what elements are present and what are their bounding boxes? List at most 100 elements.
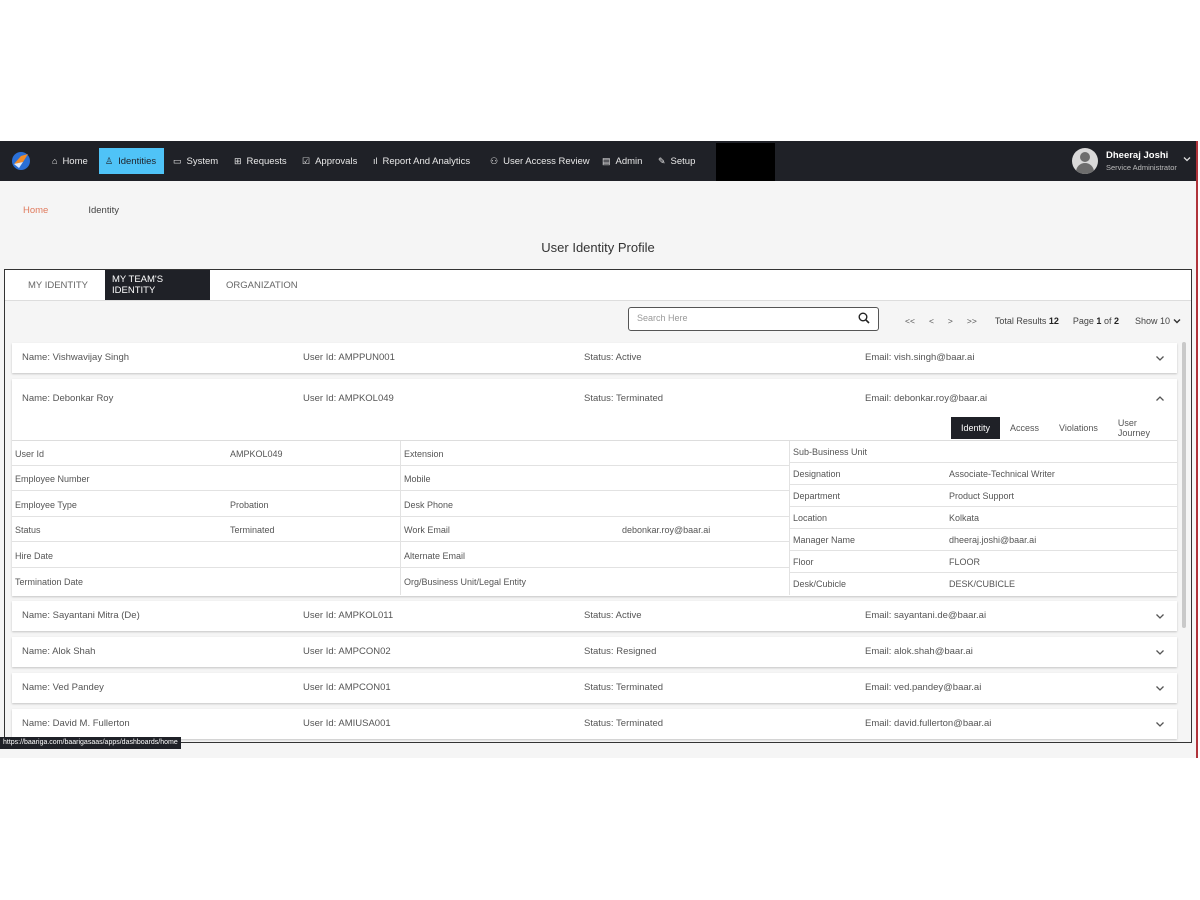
detail-key: Alternate Email <box>404 551 466 561</box>
nav-approvals[interactable]: ☑ Approvals <box>296 148 363 174</box>
row-name: Name: Sayantani Mitra (De) <box>22 610 140 621</box>
breadcrumb: Home Identity <box>23 205 119 216</box>
detail-value: FLOOR <box>949 557 981 567</box>
detail-key: Work Email <box>404 525 450 535</box>
app-logo-icon[interactable] <box>10 150 32 172</box>
detail-row: Status Terminated <box>12 517 400 542</box>
detail-key: Status <box>15 525 41 535</box>
show-select[interactable]: Show 10 <box>1135 316 1170 326</box>
detail-key: Extension <box>404 449 444 459</box>
nav-system[interactable]: ▭ System <box>167 148 224 174</box>
row-status: Status: Active <box>584 352 642 363</box>
subtab-access[interactable]: Access <box>1000 417 1049 439</box>
tab-my-teams-identity[interactable]: MY TEAM'S IDENTITY <box>105 270 210 300</box>
detail-value: DESK/CUBICLE <box>949 579 1016 589</box>
row-user-id: User Id: AMPCON01 <box>303 682 391 693</box>
next-page-button[interactable]: > <box>948 316 953 326</box>
nav-home[interactable]: ⌂ Home <box>46 148 94 174</box>
search-input[interactable] <box>637 313 837 323</box>
last-page-button[interactable]: >> <box>967 316 977 326</box>
chevron-down-icon[interactable] <box>1154 718 1166 730</box>
detail-row: Alternate Email <box>401 543 789 568</box>
detail-key: Org/Business Unit/Legal Entity <box>404 577 527 587</box>
detail-row: Sub-Business Unit <box>790 441 1177 463</box>
detail-value: debonkar.roy@baar.ai <box>622 525 711 535</box>
detail-row: Employee Type Probation <box>12 492 400 517</box>
user-name: Dheeraj Joshi <box>1106 150 1169 161</box>
detail-row: Hire Date <box>12 543 400 568</box>
row-user-id: User Id: AMPPUN001 <box>303 352 395 363</box>
detail-row: Designation Associate-Technical Writer <box>790 463 1177 485</box>
row-status: Status: Active <box>584 610 642 621</box>
user-review-icon: ⚇ <box>490 155 499 166</box>
breadcrumb-current: Identity <box>88 205 119 216</box>
detail-value: AMPKOL049 <box>230 449 283 459</box>
chevron-down-icon[interactable] <box>1154 682 1166 694</box>
tab-my-identity[interactable]: MY IDENTITY <box>20 270 96 300</box>
chevron-down-icon[interactable] <box>1154 352 1166 364</box>
nav-report-analytics[interactable]: ıl Report And Analytics <box>367 148 476 174</box>
nav-requests-label: Requests <box>246 155 287 167</box>
prev-page-button[interactable]: < <box>929 316 934 326</box>
detail-value: Associate-Technical Writer <box>949 469 1055 479</box>
row-email: Email: david.fullerton@baar.ai <box>865 718 992 729</box>
subtab-identity[interactable]: Identity <box>951 417 1001 439</box>
app-window: ⌂ Home ♙ Identities ▭ System ⊞ Requests … <box>0 141 1196 758</box>
subtab-violations[interactable]: Violations <box>1049 417 1108 439</box>
chevron-down-icon[interactable] <box>1154 646 1166 658</box>
show-chevron-down-icon[interactable] <box>1173 317 1181 325</box>
vertical-scrollbar[interactable] <box>1182 342 1186 628</box>
chevron-down-icon[interactable] <box>1183 155 1191 163</box>
row-status: Status: Terminated <box>584 682 664 693</box>
detail-subtabs: Identity Access Violations User Journey <box>951 417 1177 439</box>
row-name: Name: David M. Fullerton <box>22 718 130 729</box>
window-edge <box>1196 141 1198 758</box>
row-email: Email: debonkar.roy@baar.ai <box>865 393 988 404</box>
table-row[interactable]: Name: David M. Fullerton User Id: AMIUSA… <box>12 709 1177 739</box>
table-row[interactable]: Name: Ved Pandey User Id: AMPCON01 Statu… <box>12 673 1177 703</box>
detail-row: Employee Number <box>12 466 400 491</box>
detail-row: Mobile <box>401 466 789 491</box>
nav-admin[interactable]: ▤ Admin <box>596 148 648 174</box>
detail-row: Work Email debonkar.roy@baar.ai <box>401 517 789 542</box>
search-icon[interactable] <box>858 312 870 324</box>
detail-key: Designation <box>793 469 841 479</box>
first-page-button[interactable]: << <box>905 316 915 326</box>
nav-requests[interactable]: ⊞ Requests <box>228 148 293 174</box>
chevron-down-icon[interactable] <box>1154 610 1166 622</box>
current-page: 1 <box>1096 316 1102 326</box>
tab-organization[interactable]: ORGANIZATION <box>218 270 306 300</box>
breadcrumb-home[interactable]: Home <box>23 205 48 216</box>
nav-identities[interactable]: ♙ Identities <box>99 148 164 174</box>
row-status: Status: Terminated <box>584 393 664 404</box>
search-box <box>628 307 879 331</box>
row-email: Email: ved.pandey@baar.ai <box>865 682 982 693</box>
show-label: Show <box>1135 316 1158 326</box>
detail-row: Department Product Support <box>790 485 1177 507</box>
row-email: Email: sayantani.de@baar.ai <box>865 610 987 621</box>
nav-admin-label: Admin <box>615 155 643 167</box>
detail-key: Sub-Business Unit <box>793 447 868 457</box>
nav-user-access-review[interactable]: ⚇ User Access Review <box>484 148 596 174</box>
detail-key: Desk/Cubicle <box>793 579 847 589</box>
total-pages: 2 <box>1113 316 1119 326</box>
subtab-user-journey[interactable]: User Journey <box>1108 417 1177 439</box>
nav-identities-label: Identities <box>118 155 157 167</box>
show-value: 10 <box>1160 316 1171 326</box>
total-results-count: 12 <box>1048 316 1059 326</box>
table-row[interactable]: Name: Alok Shah User Id: AMPCON02 Status… <box>12 637 1177 667</box>
detail-row: Location Kolkata <box>790 507 1177 529</box>
nav-setup[interactable]: ✎ Setup <box>652 148 701 174</box>
detail-key: Floor <box>793 557 814 567</box>
detail-key: Mobile <box>404 474 431 484</box>
table-row[interactable]: Name: Vishwavijay Singh User Id: AMPPUN0… <box>12 343 1177 373</box>
detail-row: Termination Date <box>12 569 400 594</box>
nav-approvals-label: Approvals <box>315 155 358 167</box>
detail-row: Desk Phone <box>401 492 789 517</box>
page-label: Page <box>1072 316 1094 326</box>
table-row[interactable]: Name: Sayantani Mitra (De) User Id: AMPK… <box>12 601 1177 631</box>
detail-key: Location <box>793 513 828 523</box>
user-menu[interactable]: Dheeraj Joshi Service Administrator <box>1072 147 1177 175</box>
nav-home-label: Home <box>62 155 88 167</box>
chevron-up-icon[interactable] <box>1154 393 1166 405</box>
